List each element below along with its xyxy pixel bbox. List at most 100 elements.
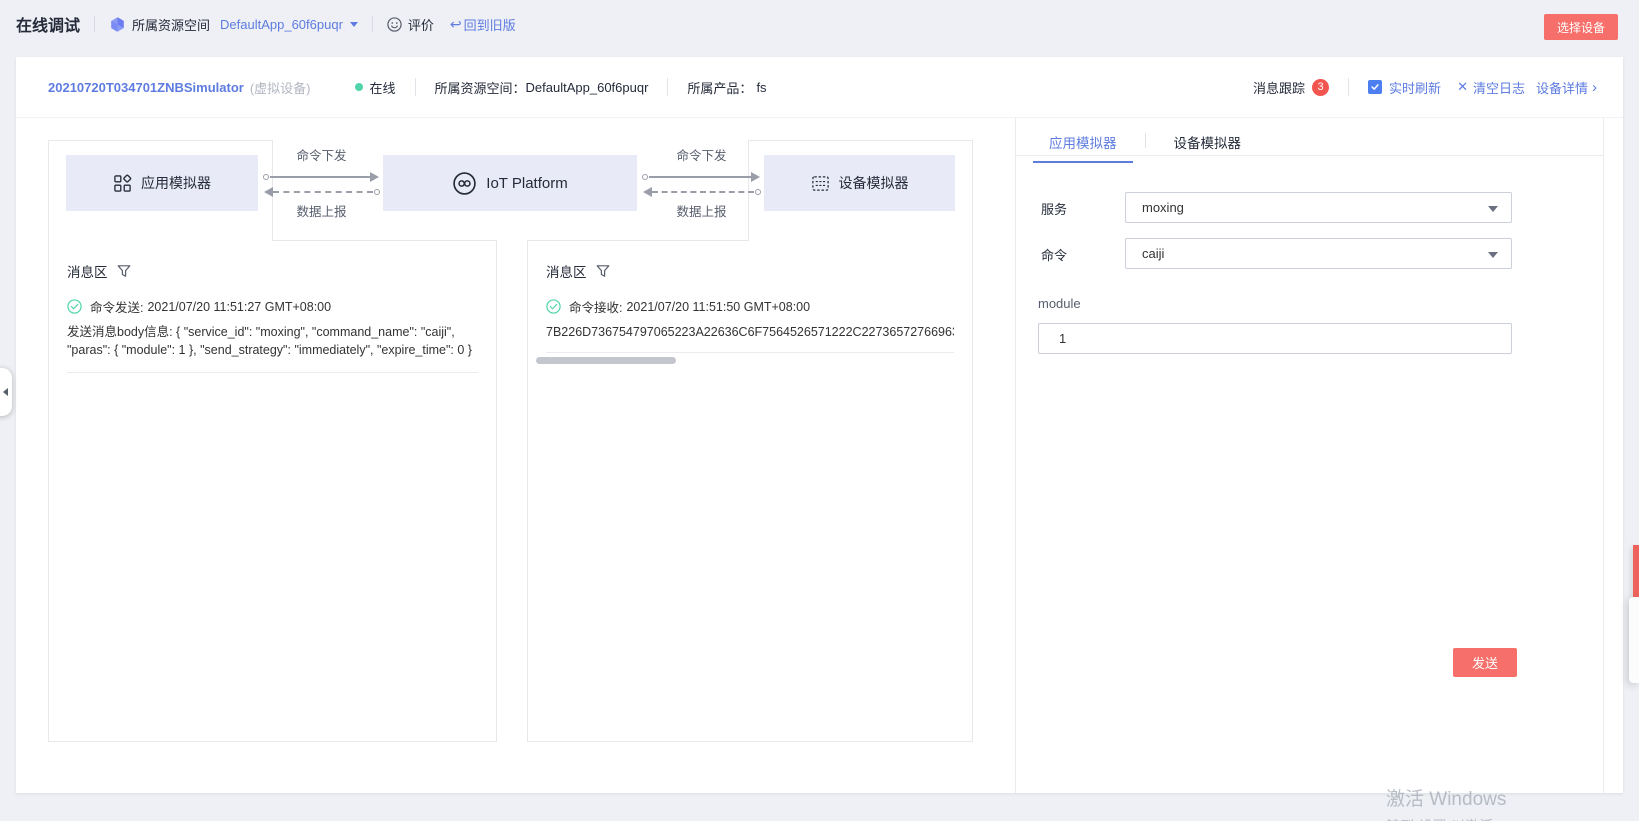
chevron-down-icon[interactable] <box>350 22 358 27</box>
event-time: 2021/07/20 11:51:27 GMT+08:00 <box>147 300 331 314</box>
device-name-link[interactable]: 20210720T034701ZNBSimulator <box>48 80 244 95</box>
feedback-widget[interactable] <box>1629 597 1639 683</box>
resource-space-group: 所属资源空间 DefaultApp_60f6puqr <box>109 15 358 34</box>
app-simulator-label: 应用模拟器 <box>141 173 211 193</box>
success-check-icon <box>546 299 561 314</box>
divider <box>1348 78 1349 96</box>
feedback-link[interactable]: 评价 <box>387 15 434 34</box>
app-grid-icon <box>113 174 132 193</box>
online-dot-icon <box>355 83 363 91</box>
panel-tabs: 应用模拟器 设备模拟器 <box>1033 132 1257 163</box>
product-value: fs <box>756 80 766 95</box>
divider <box>415 78 416 96</box>
product-label: 所属产品： <box>687 78 752 97</box>
filter-icon[interactable] <box>596 264 610 278</box>
horizontal-scrollbar[interactable] <box>536 357 676 364</box>
command-select-value: caiji <box>1142 246 1164 261</box>
device-header: 20210720T034701ZNBSimulator (虚拟设备) 在线 所属… <box>16 57 1623 118</box>
iot-platform-box: IoT Platform <box>383 155 637 211</box>
status-label: 在线 <box>370 78 396 97</box>
divider <box>372 16 373 32</box>
resource-space-label: 所属资源空间： <box>435 78 526 97</box>
success-check-icon <box>67 299 82 314</box>
device-message-area-title: 消息区 <box>546 261 587 281</box>
data-up-arrow <box>273 191 373 193</box>
command-select[interactable]: caiji <box>1125 238 1512 269</box>
app-message-area-title: 消息区 <box>67 261 108 281</box>
status-badge: 在线 <box>355 78 396 97</box>
app-select[interactable]: DefaultApp_60f6puqr <box>220 17 343 32</box>
message-body-line2: "paras": { "module": 1 }, "send_strategy… <box>67 341 478 359</box>
service-label: 服务 <box>1041 199 1067 218</box>
app-message-card: 消息区 命令发送: 2021/07/20 11:51:27 GMT+08:00 … <box>48 240 497 742</box>
debug-card: 20210720T034701ZNBSimulator (虚拟设备) 在线 所属… <box>16 57 1623 793</box>
tab-device-simulator[interactable]: 设备模拟器 <box>1158 132 1258 161</box>
app-simulator-box: 应用模拟器 <box>66 155 258 211</box>
device-message-card: 消息区 命令接收: 2021/07/20 11:51:50 GMT+08:00 … <box>527 240 973 742</box>
divider <box>94 16 95 32</box>
smiley-icon <box>387 17 402 32</box>
message-body-line1: 发送消息body信息: { "service_id": "moxing", "c… <box>67 323 478 341</box>
device-type-label: (虚拟设备) <box>250 78 311 97</box>
chevron-down-icon <box>1488 252 1498 258</box>
back-to-old-label: 回到旧版 <box>464 15 516 34</box>
module-input[interactable] <box>1038 323 1512 354</box>
command-down-label: 命令下发 <box>641 145 762 164</box>
chevron-right-icon[interactable]: › <box>1592 79 1597 96</box>
return-arrow-icon: ↩ <box>450 16 462 33</box>
log-entry: 命令接收: 2021/07/20 11:51:50 GMT+08:00 7B22… <box>546 297 954 353</box>
event-time: 2021/07/20 11:51:50 GMT+08:00 <box>626 300 810 314</box>
cube-icon <box>109 16 126 33</box>
divider <box>546 352 954 353</box>
event-label: 命令接收: <box>569 297 622 316</box>
message-trace-count-badge: 3 <box>1312 79 1329 96</box>
link-app-to-platform: 命令下发 数据上报 <box>262 145 381 219</box>
service-select[interactable]: moxing <box>1125 192 1512 223</box>
feedback-tab[interactable] <box>1633 545 1639 597</box>
realtime-refresh-checkbox[interactable] <box>1368 80 1382 94</box>
send-button[interactable]: 发送 <box>1453 648 1517 677</box>
device-simulator-box: 设备模拟器 <box>764 155 955 211</box>
command-down-label: 命令下发 <box>262 145 381 164</box>
topbar: 在线调试 所属资源空间 DefaultApp_60f6puqr 评价 ↩ 回到旧… <box>0 0 1639 48</box>
data-up-label: 数据上报 <box>641 201 762 220</box>
resource-space-value: DefaultApp_60f6puqr <box>526 80 649 95</box>
select-device-button[interactable]: 选择设备 <box>1544 14 1618 40</box>
header-actions: 消息跟踪 3 实时刷新 ✕ 清空日志 设备详情 › <box>1253 78 1597 97</box>
resource-space-label: 所属资源空间 <box>132 15 210 34</box>
simulator-panel: 应用模拟器 设备模拟器 服务 moxing 命令 caiji module 发送 <box>1015 118 1604 793</box>
message-trace-link[interactable]: 消息跟踪 <box>1253 78 1305 97</box>
device-dashed-box-icon <box>811 174 830 193</box>
data-up-arrow <box>652 191 754 193</box>
data-up-label: 数据上报 <box>262 201 381 220</box>
tab-app-simulator[interactable]: 应用模拟器 <box>1033 132 1133 163</box>
device-simulator-label: 设备模拟器 <box>839 173 909 193</box>
divider <box>1016 155 1603 156</box>
watermark-line2: 转到“设置”以激活 Windows <box>1386 816 1554 821</box>
back-to-old-link[interactable]: ↩ 回到旧版 <box>450 15 516 34</box>
divider <box>1145 133 1146 148</box>
service-select-value: moxing <box>1142 200 1184 215</box>
iot-platform-logo-icon <box>452 171 477 196</box>
command-down-arrow <box>649 176 751 178</box>
chevron-down-icon <box>1488 206 1498 212</box>
page-title: 在线调试 <box>16 12 80 36</box>
command-label: 命令 <box>1041 245 1067 264</box>
clear-log-link[interactable]: 清空日志 <box>1473 78 1525 97</box>
log-entry: 命令发送: 2021/07/20 11:51:27 GMT+08:00 发送消息… <box>67 297 478 373</box>
realtime-refresh-label[interactable]: 实时刷新 <box>1389 78 1441 97</box>
clear-log-x-icon[interactable]: ✕ <box>1457 79 1468 95</box>
payload-hex: 7B226D736754797065223A22636C6F7564526571… <box>546 325 954 339</box>
filter-icon[interactable] <box>117 264 131 278</box>
module-label: module <box>1038 296 1081 311</box>
iot-platform-label: IoT Platform <box>486 175 567 192</box>
command-down-arrow <box>270 176 370 178</box>
link-platform-to-device: 命令下发 数据上报 <box>641 145 762 219</box>
sidebar-collapse-handle[interactable] <box>0 368 12 416</box>
chevron-left-icon <box>3 388 8 396</box>
event-label: 命令发送: <box>90 297 143 316</box>
divider <box>667 78 668 96</box>
divider <box>67 372 478 373</box>
feedback-label: 评价 <box>408 15 434 34</box>
device-detail-link[interactable]: 设备详情 <box>1536 78 1588 97</box>
